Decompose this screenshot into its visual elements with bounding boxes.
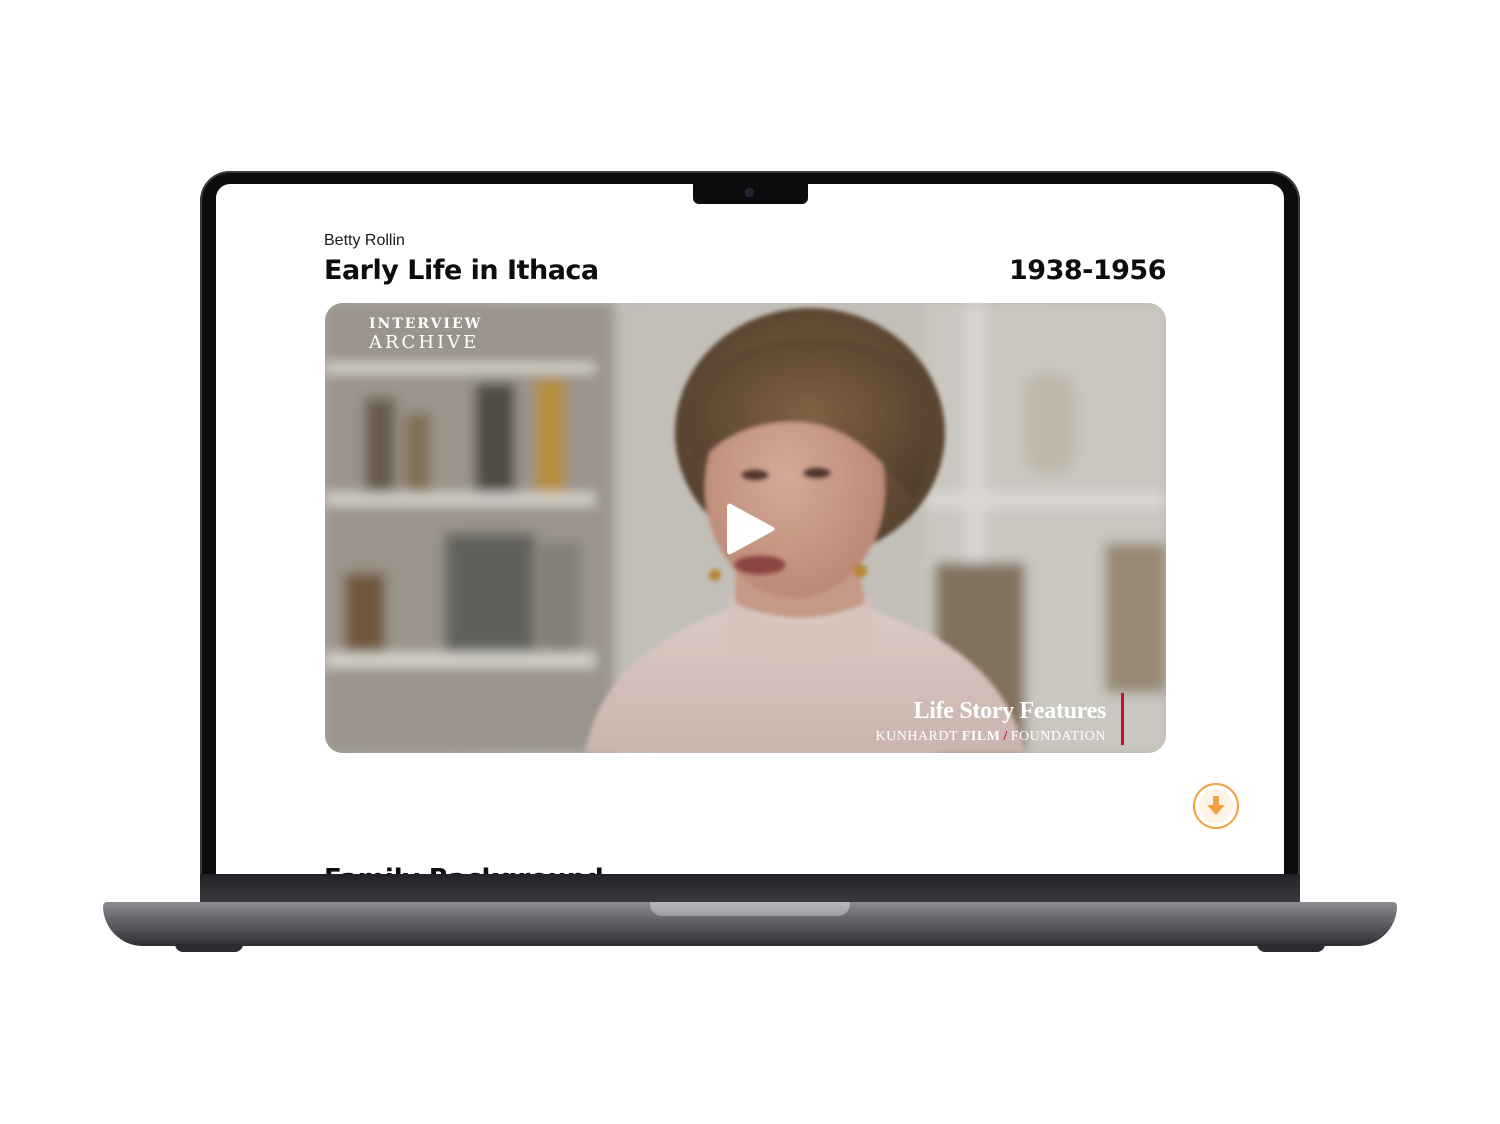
laptop-screen: Betty Rollin Early Life in Ithaca 1938-1… xyxy=(216,184,1284,874)
page-title: Early Life in Ithaca xyxy=(324,255,599,286)
laptop-hinge xyxy=(200,874,1300,904)
lsf-org-part2: FILM xyxy=(961,729,1001,744)
lsf-org-part3: FOUNDATION xyxy=(1010,729,1106,744)
lsf-org: KUNHARDT FILM / FOUNDATION xyxy=(876,729,1107,745)
lsf-org-part1: KUNHARDT xyxy=(875,729,958,744)
interview-archive-logo: INTERVIEW ARCHIVE xyxy=(369,317,482,352)
download-button[interactable] xyxy=(1193,783,1239,829)
play-icon xyxy=(727,503,775,555)
lsf-accent-bar xyxy=(1121,693,1124,745)
download-button-inner xyxy=(1199,789,1233,823)
camera-icon xyxy=(746,189,753,196)
video-player[interactable]: INTERVIEW ARCHIVE Life Story Features KU… xyxy=(325,303,1166,753)
archive-logo-line2: ARCHIVE xyxy=(369,332,480,353)
year-range: 1938-1956 xyxy=(1009,255,1167,286)
archive-logo-line1: INTERVIEW xyxy=(369,316,483,332)
life-story-features-logo: Life Story Features KUNHARDT FILM / FOUNDA… xyxy=(876,698,1107,745)
camera-notch xyxy=(693,184,808,204)
arrow-down-icon xyxy=(1207,796,1225,815)
laptop-opening-notch xyxy=(650,902,850,916)
lsf-title: Life Story Features xyxy=(913,698,1107,724)
play-button[interactable] xyxy=(725,500,777,558)
laptop-foot-left xyxy=(175,944,243,952)
laptop-foot-right xyxy=(1257,944,1325,952)
next-section-title: Family Background xyxy=(324,864,604,874)
lsf-slash-icon: / xyxy=(1003,729,1008,744)
person-name: Betty Rollin xyxy=(324,232,405,249)
